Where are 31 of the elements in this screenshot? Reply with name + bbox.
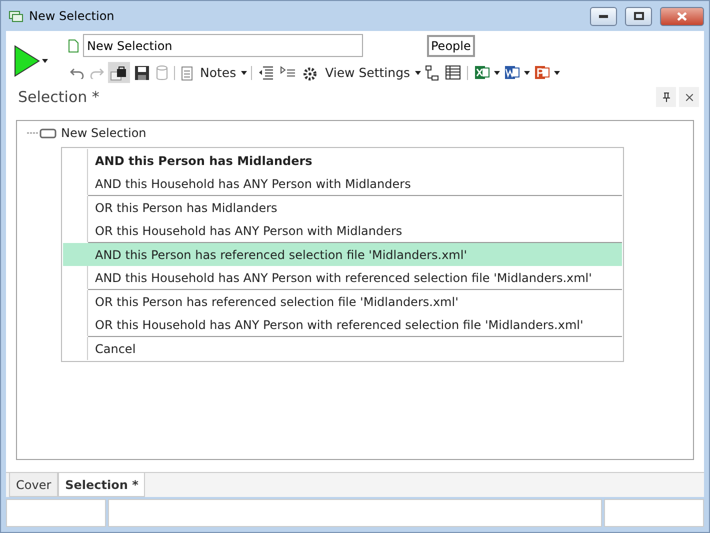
tree-node-icon [27, 127, 57, 139]
caret-icon [554, 70, 560, 74]
menu-item[interactable]: AND this Person has referenced selection file 'Midlanders.xml' [63, 243, 622, 266]
caret-icon [241, 70, 248, 74]
maximize-button[interactable] [625, 6, 652, 26]
people-button[interactable]: People [427, 34, 475, 56]
close-icon [686, 94, 692, 100]
lock-button[interactable] [108, 62, 130, 83]
caret-icon [42, 59, 48, 63]
notes-button[interactable]: Notes [197, 65, 240, 80]
panel-title: Selection * [18, 88, 100, 106]
close-button[interactable] [660, 6, 704, 26]
close-button[interactable] [679, 87, 699, 107]
caret-icon [415, 70, 422, 74]
maximize-icon [634, 12, 644, 20]
tab[interactable]: Selection * [58, 473, 146, 497]
window-title: New Selection [29, 9, 116, 23]
selection-name-field[interactable]: New Selection [83, 34, 363, 57]
tree-node-label[interactable]: New Selection [61, 126, 146, 140]
minimize-button[interactable] [590, 6, 617, 26]
view-settings-button[interactable]: View Settings [322, 65, 414, 80]
document-icon [68, 38, 79, 52]
pin-icon [662, 92, 670, 102]
close-icon [677, 12, 687, 20]
pin-button[interactable] [656, 87, 676, 107]
caret-icon [524, 70, 530, 74]
run-icon[interactable] [14, 45, 40, 77]
minimize-icon [599, 14, 608, 18]
caret-icon [494, 70, 500, 74]
window-icon [9, 10, 23, 22]
tab[interactable]: Cover [9, 473, 58, 497]
